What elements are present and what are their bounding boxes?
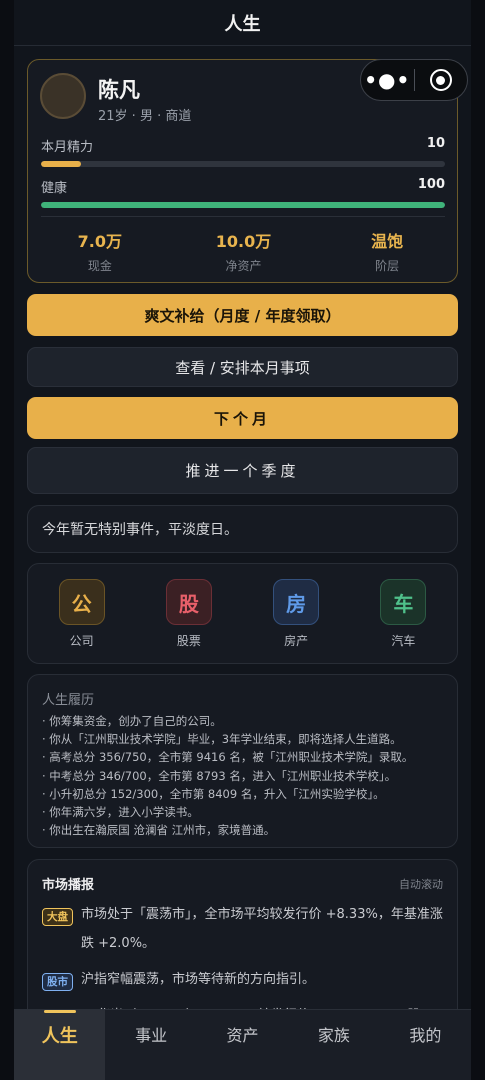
- tab-label: 家族: [317, 1026, 350, 1045]
- asset-shortcuts: 公 公司 股 股票 房 房产 车 汽车: [27, 563, 458, 664]
- mini-program-capsule: •●•: [360, 59, 468, 101]
- subsidy-button[interactable]: 爽文补给（月度 / 年度领取）: [27, 294, 458, 336]
- energy-label: 本月精力: [41, 140, 94, 155]
- tab-assets[interactable]: 资产: [197, 1010, 288, 1080]
- news-text: 沪指窄幅震荡，市场等待新的方向指引。: [81, 972, 316, 987]
- tab-label: 我的: [409, 1026, 442, 1045]
- next-month-button[interactable]: 下个月: [27, 397, 458, 439]
- car-icon: 车: [380, 579, 427, 625]
- history-item: · 高考总分 356/750，全市第 9416 名，被「江州职业技术学院」录取。: [42, 750, 414, 765]
- stat-label: 现金: [87, 259, 112, 273]
- health-label: 健康: [41, 181, 68, 196]
- asset-label: 公司: [69, 634, 94, 648]
- news-item: 大盘 市场处于「震荡市」，全市场平均较发行价 +8.33%，年基准涨跌 +2.0…: [42, 905, 443, 958]
- next-season-button[interactable]: 推进一个季度: [27, 447, 458, 494]
- energy-value: 10: [426, 136, 445, 151]
- tab-family[interactable]: 家族: [288, 1010, 379, 1080]
- health-bar: 健康 100: [41, 177, 445, 208]
- history-item: · 你出生在瀚辰国 沧澜省 江州市，家境普通。: [42, 823, 276, 838]
- property-icon: 房: [273, 579, 320, 625]
- asset-stocks[interactable]: 股 股票: [135, 564, 242, 663]
- stat-cash: 7.0万 现金: [28, 228, 172, 274]
- arrange-month-button[interactable]: 查看 / 安排本月事项: [27, 347, 458, 387]
- more-dots-icon[interactable]: •●•: [361, 59, 414, 101]
- asset-company[interactable]: 公 公司: [28, 564, 135, 663]
- tab-label: 人生: [41, 1026, 78, 1047]
- tab-life[interactable]: 人生: [14, 1010, 106, 1080]
- player-name: 陈凡: [98, 78, 140, 102]
- page-title: 人生: [224, 13, 261, 35]
- asset-label: 房产: [284, 634, 309, 648]
- news-tag: 大盘: [42, 908, 73, 926]
- energy-bar: 本月精力 10: [41, 136, 445, 167]
- history-item: · 中考总分 346/700，全市第 8793 名，进入「江州职业技术学校」。: [42, 768, 397, 783]
- history-item: · 你筹集资金，创办了自己的公司。: [42, 714, 222, 728]
- news-item: 股市 沪指窄幅震荡，市场等待新的方向指引。: [42, 970, 443, 994]
- company-icon: 公: [58, 579, 105, 625]
- asset-label: 汽车: [391, 634, 416, 648]
- target-circle-icon[interactable]: [414, 69, 467, 91]
- stat-value: 7.0万: [77, 232, 123, 251]
- health-fill: [41, 202, 445, 208]
- stat-class: 温饱 阶层: [315, 228, 459, 274]
- app-screen: 人生 •●• 陈凡 21岁 · 男 · 商道 本月精力 10 健康 100 7.…: [14, 0, 471, 1080]
- notice-text: 今年暂无特别事件，平淡度日。: [42, 522, 238, 538]
- asset-property[interactable]: 房 房产: [243, 564, 350, 663]
- health-value: 100: [417, 177, 445, 192]
- stat-label: 净资产: [225, 259, 262, 273]
- tab-label: 资产: [226, 1026, 259, 1045]
- stat-value: 10.0万: [215, 232, 272, 251]
- history-item: · 小升初总分 152/300，全市第 8409 名，升入「江州实验学校」。: [42, 786, 385, 801]
- stat-value: 温饱: [371, 232, 404, 251]
- event-notice: 今年暂无特别事件，平淡度日。: [27, 505, 458, 553]
- bottom-tab-bar: 人生 事业 资产 家族 我的: [14, 1009, 471, 1080]
- energy-fill: [41, 161, 82, 167]
- asset-label: 股票: [176, 634, 201, 648]
- history-item: · 你从「江州职业技术学院」毕业，3年学业结束，即将选择人生道路。: [42, 732, 402, 747]
- stats-divider: [41, 216, 445, 217]
- top-bar: 人生: [14, 0, 471, 46]
- stat-net-assets: 10.0万 净资产: [172, 228, 316, 274]
- player-info: 21岁 · 男 · 商道: [98, 109, 192, 124]
- tab-label: 事业: [135, 1026, 168, 1045]
- tab-mine[interactable]: 我的: [380, 1010, 471, 1080]
- history-title: 人生履历: [42, 693, 95, 708]
- news-text: 市场处于「震荡市」，全市场平均较发行价 +8.33%，年基准涨跌 +2.0%。: [81, 907, 443, 951]
- asset-cars[interactable]: 车 汽车: [350, 564, 457, 663]
- stocks-icon: 股: [165, 579, 212, 625]
- tab-career[interactable]: 事业: [105, 1010, 196, 1080]
- market-title: 市场播报: [42, 878, 95, 893]
- auto-scroll-label[interactable]: 自动滚动: [399, 876, 443, 892]
- avatar[interactable]: [40, 73, 86, 119]
- life-history: 人生履历 · 你筹集资金，创办了自己的公司。 · 你从「江州职业技术学院」毕业，…: [27, 674, 458, 848]
- history-item: · 你年满六岁，进入小学读书。: [42, 805, 199, 820]
- stats-row: 7.0万 现金 10.0万 净资产 温饱 阶层: [28, 228, 459, 274]
- news-tag: 股市: [42, 973, 73, 991]
- stat-label: 阶层: [375, 259, 400, 273]
